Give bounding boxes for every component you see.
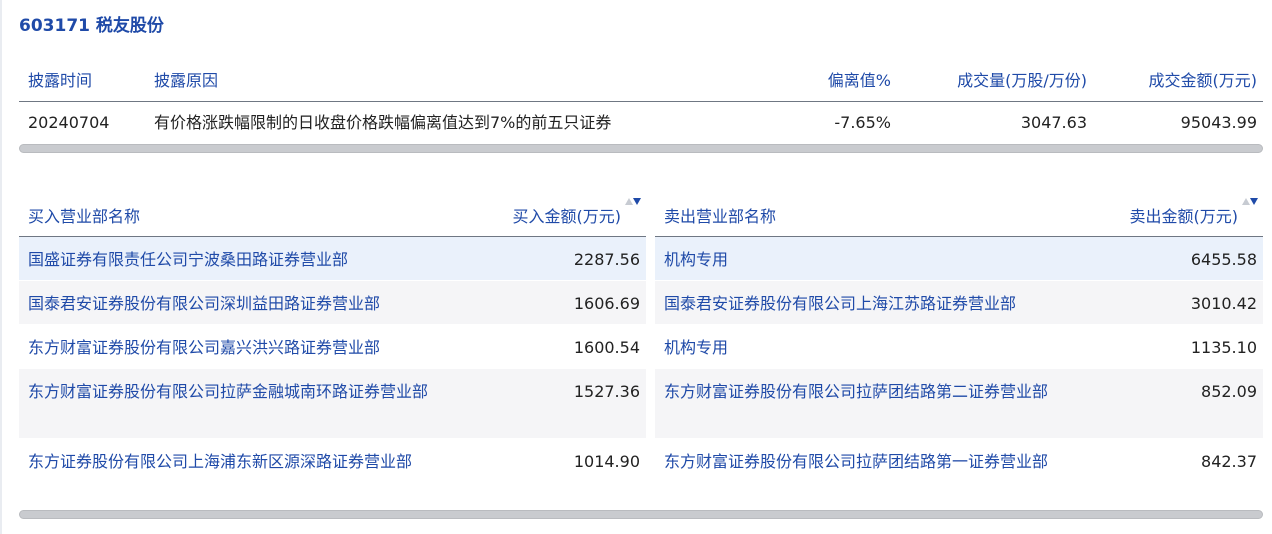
buy-branch-name[interactable]: 东方证券股份有限公司上海浦东新区源深路证券营业部 (28, 449, 478, 475)
disclosure-volume: 3047.63 (1020, 113, 1087, 132)
buy-branch-name[interactable]: 东方财富证券股份有限公司拉萨金融城南环路证券营业部 (28, 379, 478, 405)
table-row[interactable]: 机构专用 6455.58 (655, 237, 1263, 281)
sell-branch-name[interactable]: 国泰君安证券股份有限公司上海江苏路证券营业部 (664, 291, 1094, 317)
buy-amount: 1600.54 (573, 338, 640, 357)
header-reason: 披露原因 (154, 71, 219, 90)
table-row[interactable]: 国泰君安证券股份有限公司上海江苏路证券营业部 3010.42 (655, 281, 1263, 325)
buy-branch-name[interactable]: 东方财富证券股份有限公司嘉兴洪兴路证券营业部 (28, 335, 478, 361)
disclosure-date: 20240704 (28, 113, 110, 132)
table-row[interactable]: 机构专用 1135.10 (655, 325, 1263, 369)
buy-amount: 1014.90 (573, 452, 640, 471)
disclosure-header-row: 披露时间 披露原因 偏离值% 成交量(万股/万份) 成交金额(万元) (19, 60, 1263, 102)
sell-branch-name[interactable]: 机构专用 (664, 335, 1094, 361)
sell-amount: 852.09 (1201, 382, 1257, 401)
table-row[interactable]: 东方证券股份有限公司上海浦东新区源深路证券营业部 1014.90 (19, 439, 646, 509)
sort-up-down-icon[interactable] (1242, 196, 1258, 237)
sell-header-amount[interactable]: 卖出金额(万元) (1130, 196, 1239, 237)
disclosure-amount: 95043.99 (1180, 113, 1257, 132)
buy-amount: 1606.69 (573, 294, 640, 313)
table-row[interactable]: 东方财富证券股份有限公司拉萨金融城南环路证券营业部 1527.36 (19, 369, 646, 439)
sell-amount: 3010.42 (1190, 294, 1257, 313)
disclosure-row: 20240704 有价格涨跌幅限制的日收盘价格跌幅偏离值达到7%的前五只证券 -… (19, 102, 1263, 144)
trading-horizontal-scrollbar[interactable] (19, 510, 1263, 519)
sell-header-row: 卖出营业部名称 卖出金额(万元) (655, 196, 1263, 237)
left-border (0, 0, 2, 534)
sell-amount: 1135.10 (1190, 338, 1257, 357)
disclosure-reason: 有价格涨跌幅限制的日收盘价格跌幅偏离值达到7%的前五只证券 (154, 113, 612, 132)
sell-amount: 842.37 (1201, 452, 1257, 471)
sort-up-down-icon[interactable] (625, 196, 641, 237)
buy-amount: 2287.56 (573, 250, 640, 269)
table-row[interactable]: 东方财富证券股份有限公司拉萨团结路第一证券营业部 842.37 (655, 439, 1263, 509)
disclosure-horizontal-scrollbar[interactable] (19, 144, 1263, 153)
disclosure-table: 披露时间 披露原因 偏离值% 成交量(万股/万份) 成交金额(万元) 20240… (19, 60, 1263, 144)
buy-amount: 1527.36 (573, 382, 640, 401)
sell-header-name: 卖出营业部名称 (664, 207, 777, 226)
buy-header-amount[interactable]: 买入金额(万元) (513, 196, 622, 237)
sell-table: 卖出营业部名称 卖出金额(万元) 机构专用 6455.58 国泰君安证券股份有限… (655, 196, 1263, 509)
buy-branch-name[interactable]: 国盛证券有限责任公司宁波桑田路证券营业部 (28, 247, 478, 273)
header-date: 披露时间 (28, 71, 93, 90)
buy-table: 买入营业部名称 买入金额(万元) 国盛证券有限责任公司宁波桑田路证券营业部 22… (19, 196, 646, 509)
page-title: 603171 税友股份 (19, 16, 164, 36)
table-row[interactable]: 国盛证券有限责任公司宁波桑田路证券营业部 2287.56 (19, 237, 646, 281)
table-row[interactable]: 国泰君安证券股份有限公司深圳益田路证券营业部 1606.69 (19, 281, 646, 325)
sell-branch-name[interactable]: 东方财富证券股份有限公司拉萨团结路第二证券营业部 (664, 379, 1094, 405)
sell-amount: 6455.58 (1190, 250, 1257, 269)
sell-branch-name[interactable]: 东方财富证券股份有限公司拉萨团结路第一证券营业部 (664, 449, 1094, 475)
header-deviation: 偏离值% (827, 71, 891, 90)
table-row[interactable]: 东方财富证券股份有限公司拉萨团结路第二证券营业部 852.09 (655, 369, 1263, 439)
disclosure-deviation: -7.65% (834, 113, 891, 132)
header-amount: 成交金额(万元) (1148, 71, 1258, 90)
header-volume: 成交量(万股/万份) (957, 71, 1087, 90)
buy-header-row: 买入营业部名称 买入金额(万元) (19, 196, 646, 237)
buy-branch-name[interactable]: 国泰君安证券股份有限公司深圳益田路证券营业部 (28, 291, 478, 317)
table-row[interactable]: 东方财富证券股份有限公司嘉兴洪兴路证券营业部 1600.54 (19, 325, 646, 369)
sell-branch-name[interactable]: 机构专用 (664, 247, 1094, 273)
buy-header-name: 买入营业部名称 (28, 207, 141, 226)
